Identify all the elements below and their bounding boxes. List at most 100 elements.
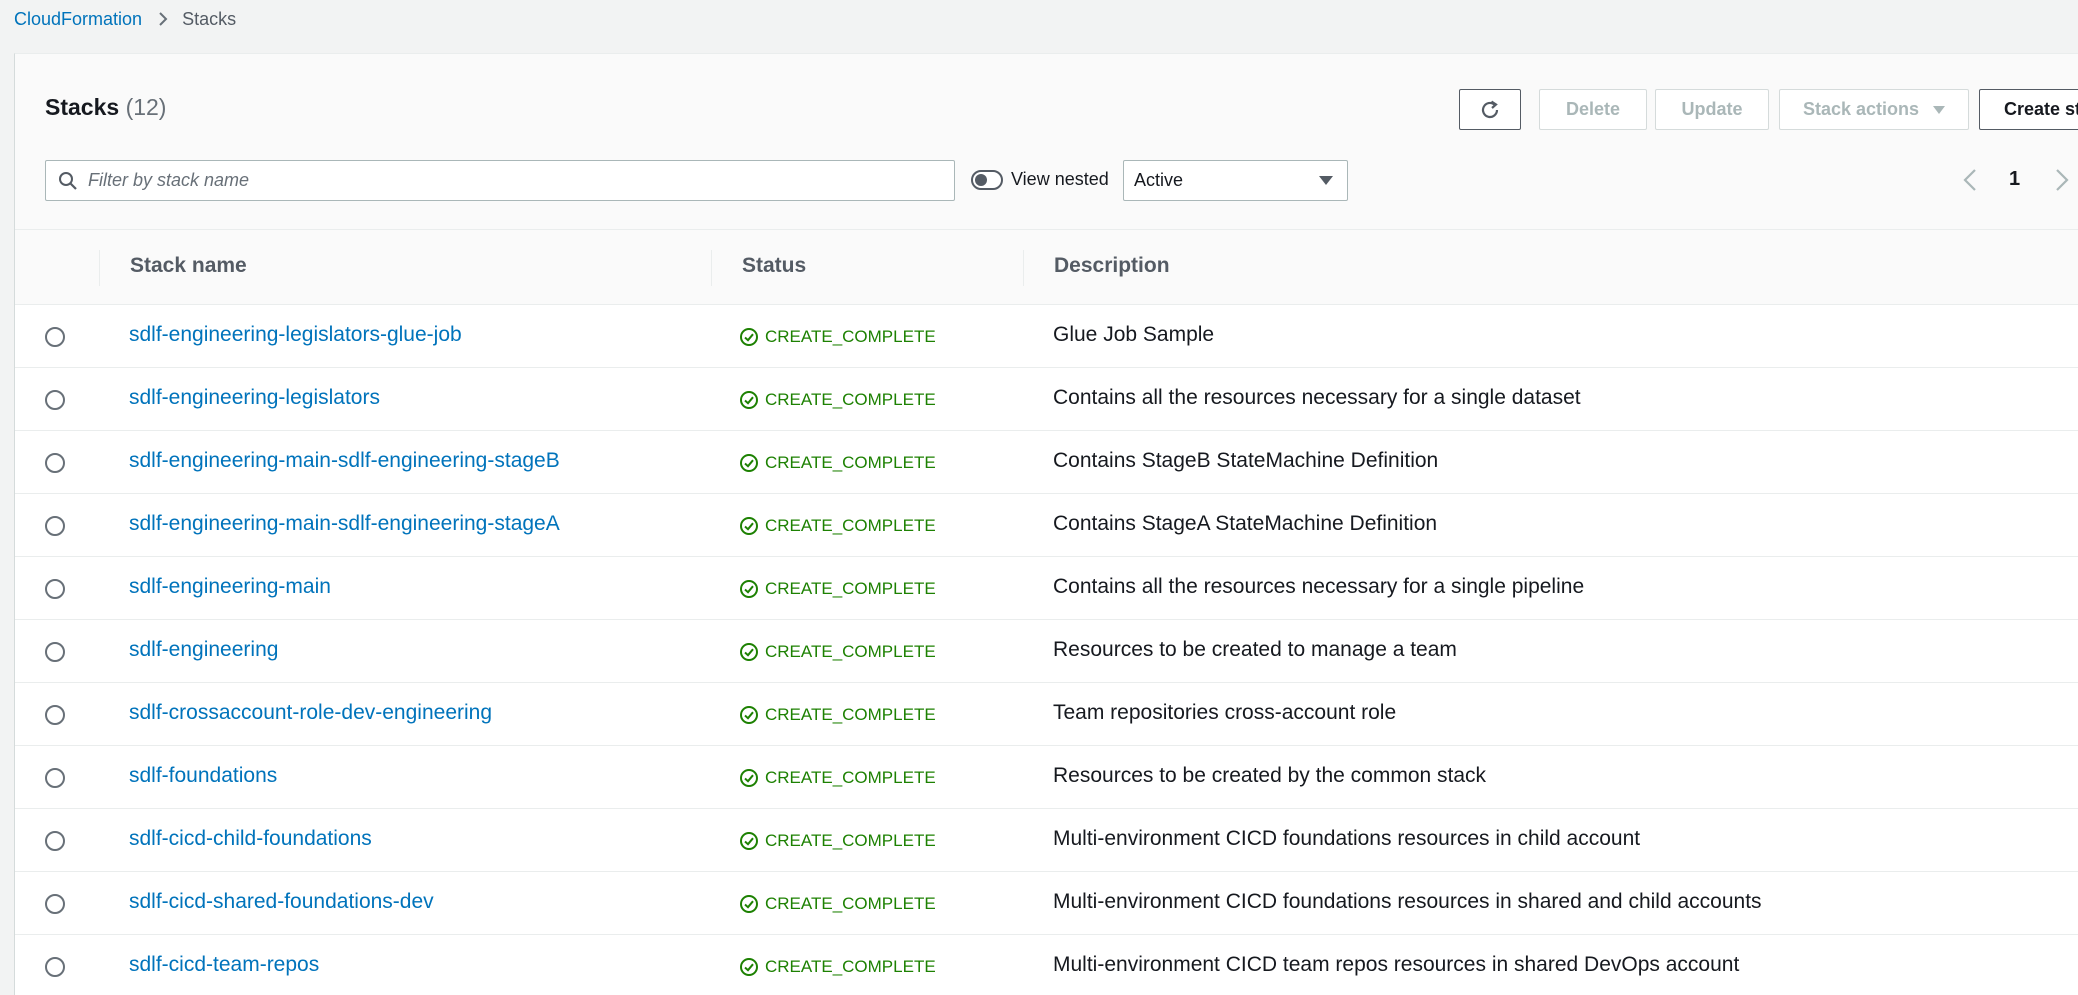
table-row[interactable]: sdlf-engineering-main CREATE_COMPLETE Cont… [15,557,2078,620]
row-select-radio[interactable] [45,516,65,536]
status-badge: CREATE_COMPLETE [739,579,936,599]
column-divider [99,250,100,286]
table-row[interactable]: sdlf-engineering-legislators CREATE_COMPL… [15,368,2078,431]
refresh-icon [1479,99,1501,121]
chevron-left-icon[interactable] [1963,168,1977,197]
row-select-radio[interactable] [45,894,65,914]
table-row[interactable]: sdlf-cicd-shared-foundations-dev CREATE_C… [15,872,2078,935]
stack-description: Multi-environment CICD foundations resou… [1053,890,1762,913]
stack-description: Contains all the resources necessary for… [1053,575,1585,598]
column-divider [1023,250,1024,286]
table-header: Stack name Status Description [15,229,2078,305]
toggle-knob [975,174,987,186]
check-circle-icon [739,705,759,725]
row-select-radio[interactable] [45,705,65,725]
stack-name-link[interactable]: sdlf-cicd-shared-foundations-dev [129,890,434,914]
update-button[interactable]: Update [1655,89,1769,130]
table-row[interactable]: sdlf-crossaccount-role-dev-engineering CR… [15,683,2078,746]
status-text: CREATE_COMPLETE [765,831,936,850]
delete-button[interactable]: Delete [1539,89,1647,130]
table-row[interactable]: sdlf-foundations CREATE_COMPLETE Resources… [15,746,2078,809]
row-select-radio[interactable] [45,579,65,599]
page-title: Stacks (12) [45,94,166,121]
breadcrumb-cloudformation-link[interactable]: CloudFormation [14,9,142,30]
check-circle-icon [739,894,759,914]
create-stack-button[interactable]: Create stac [1979,89,2078,130]
status-filter-select[interactable]: Active [1123,160,1348,201]
status-badge: CREATE_COMPLETE [739,516,936,536]
status-badge: CREATE_COMPLETE [739,327,936,347]
table-row[interactable]: sdlf-engineering CREATE_COMPLETE Resources… [15,620,2078,683]
column-header-status[interactable]: Status [742,254,806,278]
row-select-radio[interactable] [45,957,65,977]
check-circle-icon [739,768,759,788]
status-text: CREATE_COMPLETE [765,957,936,976]
stack-name-link[interactable]: sdlf-foundations [129,764,277,788]
stack-name-link[interactable]: sdlf-engineering-legislators [129,386,380,410]
stack-name-link[interactable]: sdlf-engineering-main-sdlf-engineering-s… [129,449,560,473]
stack-description: Multi-environment CICD team repos resour… [1053,953,1740,976]
status-text: CREATE_COMPLETE [765,705,936,724]
status-badge: CREATE_COMPLETE [739,390,936,410]
check-circle-icon [739,831,759,851]
row-select-radio[interactable] [45,453,65,473]
table-row[interactable]: sdlf-engineering-main-sdlf-engineering-s… [15,431,2078,494]
stack-name-link[interactable]: sdlf-engineering-legislators-glue-job [129,323,462,347]
chevron-right-icon [158,11,168,27]
stack-actions-label: Stack actions [1802,99,1920,119]
stack-name-link[interactable]: sdlf-engineering [129,638,278,662]
pagination-current-page[interactable]: 1 [2009,168,2020,191]
row-select-radio[interactable] [45,327,65,347]
row-select-radio[interactable] [45,390,65,410]
stack-name-link[interactable]: sdlf-cicd-team-repos [129,953,319,977]
status-badge: CREATE_COMPLETE [739,894,936,914]
status-text: CREATE_COMPLETE [765,327,936,346]
status-badge: CREATE_COMPLETE [739,453,936,473]
table-row[interactable]: sdlf-cicd-team-repos CREATE_COMPLETE Multi… [15,935,2078,995]
table-row[interactable]: sdlf-engineering-legislators-glue-job CRE… [15,305,2078,368]
check-circle-icon [739,642,759,662]
panel-header: Stacks (12) Delete Update Stack actions … [15,54,2078,229]
search-icon [58,171,78,191]
stack-description: Contains StageA StateMachine Definition [1053,512,1438,535]
status-text: CREATE_COMPLETE [765,894,936,913]
breadcrumb: CloudFormation Stacks [14,8,236,30]
status-filter-value: Active [1134,170,1184,190]
table-row[interactable]: sdlf-cicd-child-foundations CREATE_COMPLE… [15,809,2078,872]
check-circle-icon [739,453,759,473]
view-nested-label: View nested [1011,169,1109,189]
stack-actions-button[interactable]: Stack actions [1779,89,1969,130]
stack-description: Glue Job Sample [1053,323,1215,346]
caret-down-icon [1319,175,1333,186]
row-select-radio[interactable] [45,642,65,662]
stack-name-link[interactable]: sdlf-crossaccount-role-dev-engineering [129,701,492,725]
status-text: CREATE_COMPLETE [765,768,936,787]
stack-name-link[interactable]: sdlf-engineering-main-sdlf-engineering-s… [129,512,560,536]
column-header-stack-name[interactable]: Stack name [130,254,247,278]
stack-name-link[interactable]: sdlf-engineering-main [129,575,331,599]
stack-description: Resources to be created to manage a team [1053,638,1457,661]
check-circle-icon [739,390,759,410]
row-select-radio[interactable] [45,768,65,788]
table-row[interactable]: sdlf-engineering-main-sdlf-engineering-s… [15,494,2078,557]
chevron-right-icon[interactable] [2055,168,2069,197]
view-nested-toggle[interactable] [971,170,1003,190]
stack-description: Multi-environment CICD foundations resou… [1053,827,1641,850]
stacks-table: Stack name Status Description sdlf-engin… [15,229,2078,995]
stack-description: Contains StageB StateMachine Definition [1053,449,1439,472]
status-badge: CREATE_COMPLETE [739,705,936,725]
status-badge: CREATE_COMPLETE [739,831,936,851]
stack-name-link[interactable]: sdlf-cicd-child-foundations [129,827,372,851]
stack-description: Contains all the resources necessary for… [1053,386,1581,409]
status-badge: CREATE_COMPLETE [739,642,936,662]
table-body: sdlf-engineering-legislators-glue-job CRE… [15,305,2078,995]
search-field[interactable] [45,160,955,201]
row-select-radio[interactable] [45,831,65,851]
status-text: CREATE_COMPLETE [765,579,936,598]
check-circle-icon [739,957,759,977]
column-divider [711,250,712,286]
column-header-description[interactable]: Description [1054,254,1170,278]
refresh-button[interactable] [1459,89,1521,130]
filter-stack-name-input[interactable] [88,170,928,191]
stack-description: Resources to be created by the common st… [1053,764,1487,787]
